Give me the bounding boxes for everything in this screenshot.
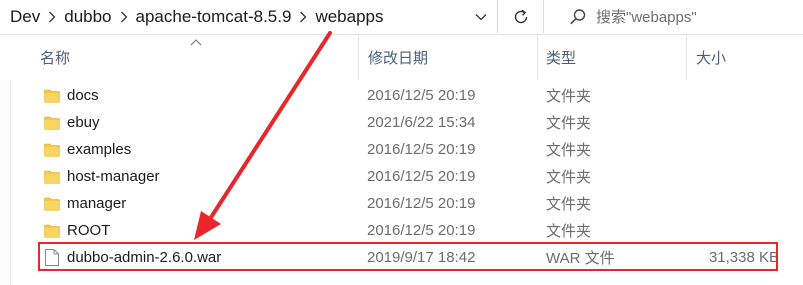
file-date: 2016/12/5 20:19 bbox=[367, 222, 476, 239]
search-box[interactable]: 搜索"webapps" bbox=[552, 0, 803, 33]
refresh-icon bbox=[514, 9, 528, 23]
folder-icon bbox=[44, 217, 60, 244]
column-header: 名称 修改日期 类型 大小 bbox=[0, 34, 803, 80]
chevron-right-icon[interactable] bbox=[46, 10, 58, 24]
list-item[interactable]: ROOT 2016/12/5 20:19 文件夹 bbox=[0, 217, 803, 244]
file-date: 2016/12/5 20:19 bbox=[367, 87, 476, 104]
list-item[interactable]: ebuy 2021/6/22 15:34 文件夹 bbox=[0, 109, 803, 136]
file-name: ROOT bbox=[67, 222, 111, 239]
breadcrumb-dev[interactable]: Dev bbox=[4, 7, 46, 27]
search-input[interactable]: 搜索"webapps" bbox=[596, 6, 697, 27]
file-date: 2016/12/5 20:19 bbox=[367, 141, 476, 158]
file-type: 文件夹 bbox=[546, 88, 592, 105]
address-bar[interactable]: Dev dubbo apache-tomcat-8.5.9 webapps bbox=[0, 0, 498, 33]
list-item[interactable]: host-manager 2016/12/5 20:19 文件夹 bbox=[0, 163, 803, 190]
file-name: host-manager bbox=[67, 168, 160, 185]
file-type: 文件夹 bbox=[546, 115, 592, 132]
column-header-name[interactable]: 名称 bbox=[0, 34, 358, 80]
file-name: manager bbox=[67, 195, 127, 212]
column-header-size[interactable]: 大小 bbox=[686, 34, 803, 80]
chevron-right-icon[interactable] bbox=[118, 10, 130, 24]
list-item[interactable]: manager 2016/12/5 20:19 文件夹 bbox=[0, 190, 803, 217]
breadcrumb-webapps[interactable]: webapps bbox=[309, 7, 389, 27]
folder-icon bbox=[44, 109, 60, 136]
address-history-dropdown[interactable] bbox=[464, 0, 498, 33]
file-name: examples bbox=[67, 141, 132, 158]
file-type: 文件夹 bbox=[546, 196, 592, 213]
file-name: docs bbox=[67, 87, 99, 104]
column-header-date[interactable]: 修改日期 bbox=[358, 34, 537, 80]
file-date: 2016/12/5 20:19 bbox=[367, 168, 476, 185]
sort-ascending-icon bbox=[190, 39, 202, 46]
chevron-right-icon[interactable] bbox=[297, 10, 309, 24]
breadcrumb-dubbo[interactable]: dubbo bbox=[58, 7, 117, 27]
file-type: 文件夹 bbox=[546, 142, 592, 159]
folder-icon bbox=[44, 82, 60, 109]
chevron-down-icon bbox=[475, 13, 487, 20]
file-name: ebuy bbox=[67, 114, 100, 131]
folder-icon bbox=[44, 190, 60, 217]
explorer-toolbar: Dev dubbo apache-tomcat-8.5.9 webapps 搜索… bbox=[0, 0, 803, 35]
list-item[interactable]: examples 2016/12/5 20:19 文件夹 bbox=[0, 136, 803, 163]
folder-icon bbox=[44, 136, 60, 163]
list-item[interactable]: docs 2016/12/5 20:19 文件夹 bbox=[0, 82, 803, 109]
refresh-button[interactable] bbox=[499, 0, 544, 33]
file-type: 文件夹 bbox=[546, 169, 592, 186]
folder-icon bbox=[44, 163, 60, 190]
file-type: 文件夹 bbox=[546, 223, 592, 240]
breadcrumb-apache-tomcat[interactable]: apache-tomcat-8.5.9 bbox=[130, 7, 298, 27]
annotation-highlight-box bbox=[38, 242, 778, 271]
file-date: 2021/6/22 15:34 bbox=[367, 114, 476, 131]
search-icon bbox=[568, 7, 588, 27]
column-header-type[interactable]: 类型 bbox=[537, 34, 686, 80]
file-date: 2016/12/5 20:19 bbox=[367, 195, 476, 212]
